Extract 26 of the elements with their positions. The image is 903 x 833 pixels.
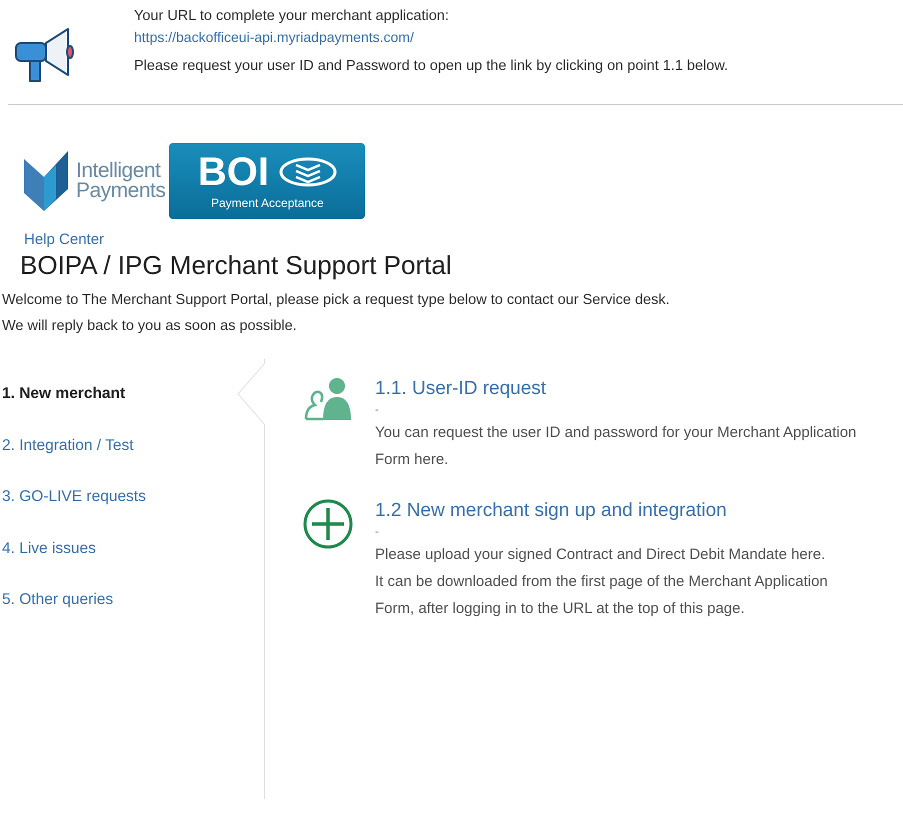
separator-dash: - bbox=[375, 525, 379, 540]
plus-circle-icon bbox=[303, 499, 353, 549]
request-description: Please upload your signed Contract and Direct Debit Mandate here. bbox=[375, 545, 826, 565]
users-icon bbox=[303, 377, 353, 421]
megaphone-icon bbox=[14, 26, 74, 82]
welcome-text: We will reply back to you as soon as possible. bbox=[2, 317, 298, 336]
logo-mark-icon bbox=[22, 149, 70, 213]
separator-dash: - bbox=[375, 403, 379, 418]
logo-badge: BOI Payment Acceptance bbox=[169, 143, 366, 219]
category-link[interactable]: 2. Integration / Test bbox=[0, 436, 134, 488]
portal-link[interactable]: https://backofficeui-api.myriadpayments.com/ bbox=[134, 27, 728, 48]
page-title: BOIPA / IPG Merchant Support Portal bbox=[20, 250, 453, 281]
welcome-text: Welcome to The Merchant Support Portal, please pick a request type below to contact our Service desk. bbox=[2, 291, 671, 310]
category-link[interactable]: 5. Other queries bbox=[0, 591, 114, 642]
category-link[interactable]: 3. GO-LIVE requests bbox=[0, 488, 146, 540]
announcement-text: Your URL to complete your merchant application: bbox=[134, 7, 450, 26]
request-description: You can request the user ID and password for your Merchant Application Form here. bbox=[375, 423, 858, 470]
request-type-link[interactable]: 1.2 New merchant sign up and integration bbox=[375, 499, 727, 523]
request-description: It can be downloaded from the first page of the Merchant Application Form, after logging in to the URL at the top of this page. bbox=[375, 572, 829, 619]
announcement-note: Please request your user ID and Password to open up the link by clicking on point 1.1 below. bbox=[134, 57, 728, 76]
logo-wordmark: Intelligent Payments bbox=[76, 161, 166, 201]
logo-chevrons-icon bbox=[278, 157, 337, 187]
breadcrumb-link[interactable]: Help Center bbox=[24, 231, 104, 248]
request-type-link[interactable]: 1.1. User-ID request bbox=[375, 377, 546, 401]
category-link[interactable]: 4. Live issues bbox=[0, 540, 96, 591]
category-link[interactable]: 1. New merchant bbox=[0, 385, 126, 436]
